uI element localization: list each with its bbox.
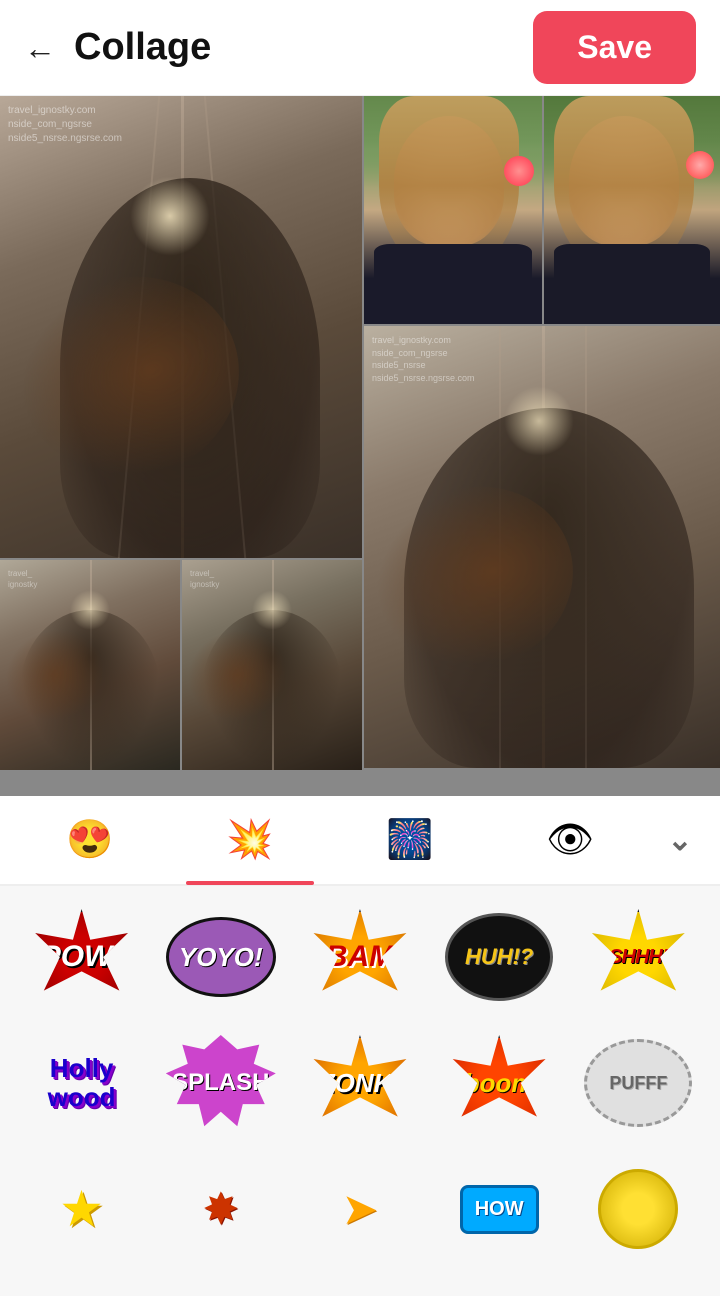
sticker-pufff[interactable]: PUFFF (575, 1028, 701, 1138)
tab-comic[interactable]: 💥 (170, 795, 330, 885)
sticker-pow[interactable]: POW! (19, 902, 145, 1012)
shhh-sticker-visual: SHHH! (584, 909, 692, 1005)
sticker-arrow1[interactable]: ➤ (297, 1154, 423, 1264)
tab-sticker3[interactable]: 🎆 (330, 795, 490, 885)
sticker-huh[interactable]: HUH!? (436, 902, 562, 1012)
sticker-yellow[interactable] (575, 1154, 701, 1264)
pufff-sticker-visual: PUFFF (584, 1039, 692, 1127)
collage-cell-5[interactable]: travel_ignostky (0, 560, 180, 770)
chevron-down-icon: ⌄ (667, 823, 692, 858)
arrow1-sticker-visual: ➤ (342, 1184, 379, 1235)
watermark-1: travel_ignostky.comnside_com_ngsrsenside… (8, 104, 122, 146)
header: ← Collage Save (0, 0, 720, 96)
burst1-sticker-visual: ✸ (202, 1184, 239, 1235)
sticker-splash[interactable]: SPLASH (158, 1028, 284, 1138)
star1-sticker-visual: ★ (59, 1180, 104, 1238)
sticker-bam[interactable]: BAM (297, 902, 423, 1012)
sticker-shhh[interactable]: SHHH! (575, 902, 701, 1012)
yellow-sticker-visual (598, 1169, 678, 1249)
splash-sticker-visual: SPLASH (166, 1035, 276, 1131)
sticker-row-2: Hollywood SPLASH ZONK! boom PUFFF (12, 1028, 708, 1138)
watermark-4: travel_ignostky.comnside_com_ngsrsenside… (372, 334, 475, 384)
sticker-zonk[interactable]: ZONK! (297, 1028, 423, 1138)
more-button[interactable]: ⌄ (650, 823, 710, 858)
sticker-row-3: ★ ✸ ➤ HOW (12, 1154, 708, 1264)
sticker-boom[interactable]: boom (436, 1028, 562, 1138)
sticker-burst1[interactable]: ✸ (158, 1154, 284, 1264)
hollywood-sticker-visual: Hollywood (48, 1054, 116, 1111)
collage-cell-6[interactable]: travel_ignostky (182, 560, 362, 770)
how-sticker-visual: HOW (460, 1185, 539, 1234)
back-button[interactable]: ← (24, 32, 56, 64)
sticker-how[interactable]: HOW (436, 1154, 562, 1264)
watermark-5: travel_ignostky (8, 568, 37, 590)
emoji-icon: 😍 (66, 818, 113, 862)
sticker-hollywood[interactable]: Hollywood (19, 1028, 145, 1138)
page-title: Collage (74, 26, 211, 69)
sticker-tab-bar: 😍 💥 🎆 👁 ⌄ (0, 796, 720, 886)
comic-icon: 💥 (226, 818, 273, 862)
sticker-star1[interactable]: ★ (19, 1154, 145, 1264)
tab-sticker4[interactable]: 👁 (490, 795, 650, 885)
collage-cell-2[interactable] (364, 96, 542, 324)
sticker-grid: POW! YOYO! BAM HUH!? SHHH! Hollywood SPL… (0, 886, 720, 1296)
sticker-yoyo[interactable]: YOYO! (158, 902, 284, 1012)
sticker3-icon: 🎆 (386, 818, 433, 862)
collage-area[interactable]: travel_ignostky.comnside_com_ngsrsenside… (0, 96, 720, 796)
collage-cell-1[interactable]: travel_ignostky.comnside_com_ngsrsenside… (0, 96, 362, 558)
sticker4-icon: 👁 (546, 818, 594, 862)
zonk-sticker-visual: ZONK! (306, 1035, 414, 1131)
header-left: ← Collage (24, 26, 211, 69)
huh-sticker-visual: HUH!? (445, 913, 553, 1001)
boom-sticker-visual: boom (445, 1035, 553, 1131)
collage-cell-4[interactable]: travel_ignostky.comnside_com_ngsrsenside… (364, 326, 720, 768)
pow-sticker-visual: POW! (28, 909, 136, 1005)
bam-sticker-visual: BAM (306, 909, 414, 1005)
yoyo-sticker-visual: YOYO! (166, 917, 276, 997)
collage-cell-3[interactable] (544, 96, 720, 324)
tab-emoji[interactable]: 😍 (10, 795, 170, 885)
sticker-row-1: POW! YOYO! BAM HUH!? SHHH! (12, 902, 708, 1012)
save-button[interactable]: Save (533, 11, 696, 84)
watermark-6: travel_ignostky (190, 568, 219, 590)
